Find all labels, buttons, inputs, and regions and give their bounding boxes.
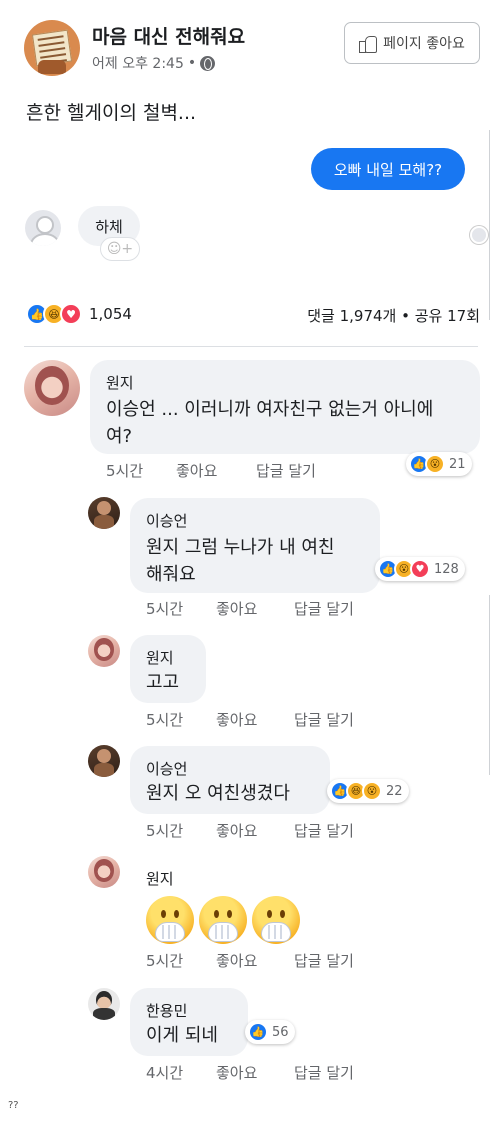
comment-time[interactable]: 5시간 — [146, 709, 216, 730]
post-time[interactable]: 어제 오후 2:45 — [92, 53, 184, 73]
comment-reactions[interactable]: 👍 56 — [245, 1020, 295, 1044]
like-button[interactable]: 좋아요 — [216, 1062, 294, 1083]
comment-author[interactable]: 원지 — [146, 647, 174, 668]
reply-button[interactable]: 답글 달기 — [294, 950, 354, 971]
love-icon: ♥ — [60, 303, 82, 325]
like-button[interactable]: 좋아요 — [216, 598, 294, 619]
reaction-count: 1,054 — [89, 305, 132, 323]
comment-bubble: 원지 이승언 ... 이러니까 여자친구 없는거 아니에여? — [90, 360, 480, 454]
reply-button[interactable]: 답글 달기 — [256, 460, 316, 481]
page-name[interactable]: 마음 대신 전해줘요 — [92, 22, 245, 49]
comment-author[interactable]: 원지 — [146, 868, 174, 889]
comment-author[interactable]: 원지 — [106, 372, 134, 393]
thumbs-up-icon — [359, 34, 378, 53]
wow-icon: 😮 — [362, 781, 382, 801]
comment-actions: 5시간 좋아요 답글 달기 — [146, 820, 354, 841]
comment-time[interactable]: 5시간 — [146, 598, 216, 619]
comment-bubble: 이승언 원지 그럼 누나가 내 여친해줘요 — [130, 498, 380, 593]
post-text: 흔한 헬게이의 철벽... — [26, 102, 197, 124]
comment-text: 고고 — [146, 672, 180, 693]
comment-author[interactable]: 이승언 — [146, 758, 187, 779]
reply-button[interactable]: 답글 달기 — [294, 598, 354, 619]
love-icon: ♥ — [410, 559, 430, 579]
comment-author[interactable]: 이승언 — [146, 510, 187, 531]
like-page-label: 페이지 좋아요 — [383, 36, 465, 52]
post-meta: 어제 오후 2:45 • — [92, 53, 216, 73]
like-button[interactable]: 좋아요 — [216, 709, 294, 730]
avatar[interactable] — [88, 745, 120, 777]
face-with-hand-over-mouth-icon — [252, 896, 300, 944]
face-with-hand-over-mouth-icon — [146, 896, 194, 944]
comment-bubble: 이승언 원지 오 여친생겼다 — [130, 746, 330, 814]
comment-reactions[interactable]: 👍 😆 😮 22 — [327, 779, 409, 803]
comment-reactions[interactable]: 👍 😮 21 — [406, 452, 472, 476]
scrollbar-track[interactable] — [489, 130, 492, 320]
like-button[interactable]: 좋아요 — [176, 460, 256, 481]
divider — [24, 346, 478, 347]
post-stats[interactable]: 댓글 1,974개 • 공유 17회 — [307, 305, 480, 326]
comment-actions: 5시간 좋아요 답글 달기 — [106, 460, 316, 481]
comment-actions: 5시간 좋아요 답글 달기 — [146, 950, 354, 971]
like-button[interactable]: 좋아요 — [216, 950, 294, 971]
comment-time[interactable]: 5시간 — [146, 820, 216, 841]
reply-button[interactable]: 답글 달기 — [294, 820, 354, 841]
avatar[interactable] — [88, 635, 120, 667]
reaction-count: 56 — [272, 1024, 289, 1040]
reply-button[interactable]: 답글 달기 — [294, 1062, 354, 1083]
wow-icon: 😮 — [425, 454, 445, 474]
comment-time[interactable]: 5시간 — [146, 950, 216, 971]
meta-separator: • — [187, 55, 197, 71]
like-icon: 👍 — [248, 1022, 268, 1042]
reaction-summary[interactable]: 👍 😆 ♥ 1,054 — [26, 303, 132, 325]
avatar[interactable] — [88, 988, 120, 1020]
add-reaction-icon: ☺+ — [100, 237, 140, 261]
avatar[interactable] — [88, 497, 120, 529]
comment-emojis — [146, 896, 305, 944]
comment-text: 원지 그럼 누나가 내 여친해줘요 — [146, 537, 335, 585]
face-with-hand-over-mouth-icon — [199, 896, 247, 944]
comment-actions: 4시간 좋아요 답글 달기 — [146, 1062, 354, 1083]
comment-actions: 5시간 좋아요 답글 달기 — [146, 598, 354, 619]
comment-time[interactable]: 4시간 — [146, 1062, 216, 1083]
avatar[interactable] — [88, 856, 120, 888]
footnote: ?? — [8, 1100, 19, 1111]
comment-text: 이게 되네 — [146, 1025, 218, 1046]
comment-time[interactable]: 5시간 — [106, 460, 176, 481]
globe-icon — [200, 55, 216, 71]
avatar[interactable] — [24, 360, 80, 416]
reaction-count: 21 — [449, 456, 466, 472]
comment-bubble: 원지 고고 — [130, 635, 206, 703]
page-avatar[interactable] — [24, 20, 80, 76]
default-avatar-icon — [25, 210, 61, 246]
sent-message-bubble: 오빠 내일 모해?? — [311, 148, 465, 190]
comment-bubble: 한용민 이게 되네 — [130, 988, 248, 1056]
seen-avatar-icon — [470, 226, 488, 244]
reaction-count: 128 — [434, 561, 459, 577]
like-button[interactable]: 좋아요 — [216, 820, 294, 841]
comment-actions: 5시간 좋아요 답글 달기 — [146, 709, 354, 730]
comment-reactions[interactable]: 👍 😮 ♥ 128 — [375, 557, 465, 581]
comment-text: 이승언 ... 이러니까 여자친구 없는거 아니에여? — [106, 399, 434, 447]
comment-text: 원지 오 여친생겼다 — [146, 783, 290, 804]
comment-author[interactable]: 한용민 — [146, 1000, 187, 1021]
reply-button[interactable]: 답글 달기 — [294, 709, 354, 730]
scrollbar-track[interactable] — [489, 595, 492, 775]
reaction-count: 22 — [386, 783, 403, 799]
like-page-button[interactable]: 페이지 좋아요 — [344, 22, 480, 64]
